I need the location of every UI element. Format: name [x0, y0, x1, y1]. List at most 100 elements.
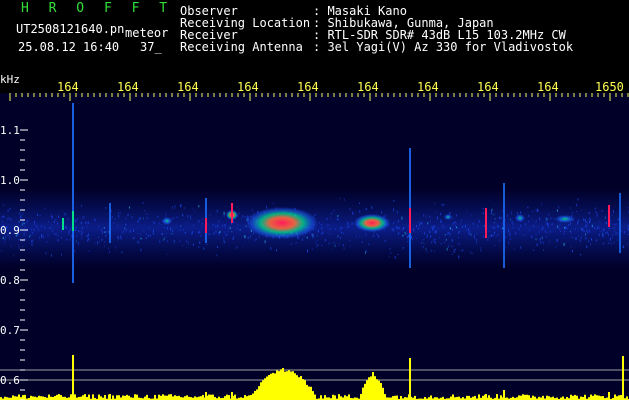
noise-speckle: [205, 244, 207, 246]
noise-speckle: [423, 242, 425, 244]
histogram-bar: [590, 394, 592, 400]
noise-speckle: [560, 230, 562, 232]
histogram-bar: [262, 380, 264, 400]
noise-speckle: [549, 230, 551, 233]
noise-speckle: [43, 236, 45, 239]
noise-speckle: [24, 226, 26, 228]
histogram-bar: [268, 374, 270, 400]
histogram-peak: [72, 355, 74, 400]
noise-speckle: [445, 239, 447, 241]
noise-speckle: [86, 235, 88, 237]
noise-speckle: [170, 227, 172, 231]
noise-speckle: [182, 214, 184, 217]
histogram-bar: [248, 395, 250, 400]
histogram-peak: [282, 368, 284, 400]
noise-speckle: [31, 243, 33, 246]
histogram-bar: [128, 395, 130, 400]
noise-speckle: [426, 234, 428, 238]
noise-speckle: [626, 243, 628, 246]
noise-speckle: [617, 231, 619, 235]
noise-speckle: [564, 230, 565, 232]
noise-speckle: [241, 215, 243, 218]
noise-speckle: [454, 225, 456, 227]
noise-speckle: [448, 231, 450, 235]
noise-speckle: [533, 224, 535, 228]
noise-speckle: [320, 233, 322, 235]
noise-speckle: [61, 230, 63, 233]
noise-speckle: [421, 222, 423, 225]
meteor-echo: [354, 214, 390, 232]
noise-speckle: [368, 243, 370, 246]
histogram-bar: [200, 396, 202, 400]
noise-speckle: [422, 246, 424, 249]
noise-speckle: [617, 218, 619, 221]
noise-speckle: [597, 227, 598, 229]
khz-unit-label: kHz: [0, 73, 20, 86]
noise-speckle: [498, 216, 500, 219]
histogram-bar: [584, 394, 586, 400]
noise-speckle: [535, 220, 537, 223]
noise-speckle: [316, 245, 318, 248]
noise-speckle: [595, 210, 597, 214]
noise-speckle: [438, 237, 440, 239]
noise-speckle: [434, 233, 436, 234]
histogram-peak: [205, 392, 207, 400]
noise-speckle: [424, 232, 426, 235]
noise-speckle: [246, 215, 248, 219]
noise-speckle: [584, 230, 586, 233]
noise-speckle: [244, 235, 246, 239]
noise-speckle: [402, 234, 404, 237]
noise-speckle: [468, 228, 470, 231]
noise-speckle: [576, 210, 578, 212]
noise-speckle: [430, 249, 432, 252]
histogram-bar: [14, 396, 16, 400]
noise-speckle: [433, 237, 434, 241]
noise-speckle: [470, 233, 472, 236]
noise-speckle: [124, 227, 126, 229]
noise-speckle: [488, 230, 490, 233]
meteor-echo: [515, 214, 525, 222]
noise-speckle: [440, 212, 442, 216]
noise-speckle: [18, 220, 20, 223]
noise-speckle: [331, 211, 333, 213]
noise-speckle: [21, 213, 23, 217]
histogram-bar: [264, 378, 266, 400]
noise-speckle: [4, 238, 6, 241]
histogram-bar: [294, 373, 296, 400]
histogram-bar: [310, 386, 312, 400]
noise-speckle: [412, 238, 414, 241]
noise-speckle: [519, 211, 521, 214]
noise-speckle: [53, 233, 55, 235]
noise-speckle: [178, 233, 180, 235]
noise-speckle: [145, 232, 147, 235]
noise-speckle: [525, 233, 527, 235]
noise-speckle: [505, 219, 506, 221]
noise-speckle: [447, 232, 449, 236]
histogram-bar: [198, 396, 200, 400]
noise-speckle: [142, 217, 144, 220]
noise-speckle: [492, 225, 494, 229]
histogram-bar: [270, 373, 272, 400]
histogram-bar: [164, 395, 166, 400]
noise-speckle: [505, 246, 507, 249]
noise-speckle: [343, 247, 345, 250]
histogram-bar: [570, 394, 572, 400]
noise-speckle: [98, 225, 100, 228]
time-tick-label: 164: [357, 80, 379, 94]
noise-speckle: [451, 253, 453, 255]
noise-speckle: [545, 236, 547, 238]
noise-speckle: [421, 241, 422, 245]
noise-speckle: [589, 218, 591, 222]
noise-speckle: [492, 234, 494, 236]
noise-speckle: [307, 249, 308, 253]
noise-speckle: [88, 250, 90, 252]
noise-speckle: [33, 228, 35, 232]
noise-speckle: [546, 218, 548, 221]
noise-speckle: [474, 237, 475, 240]
noise-speckle: [118, 214, 120, 218]
noise-speckle: [233, 236, 234, 240]
noise-speckle: [578, 235, 579, 237]
noise-speckle: [229, 226, 231, 230]
noise-speckle: [337, 215, 339, 217]
noise-speckle: [417, 221, 419, 223]
